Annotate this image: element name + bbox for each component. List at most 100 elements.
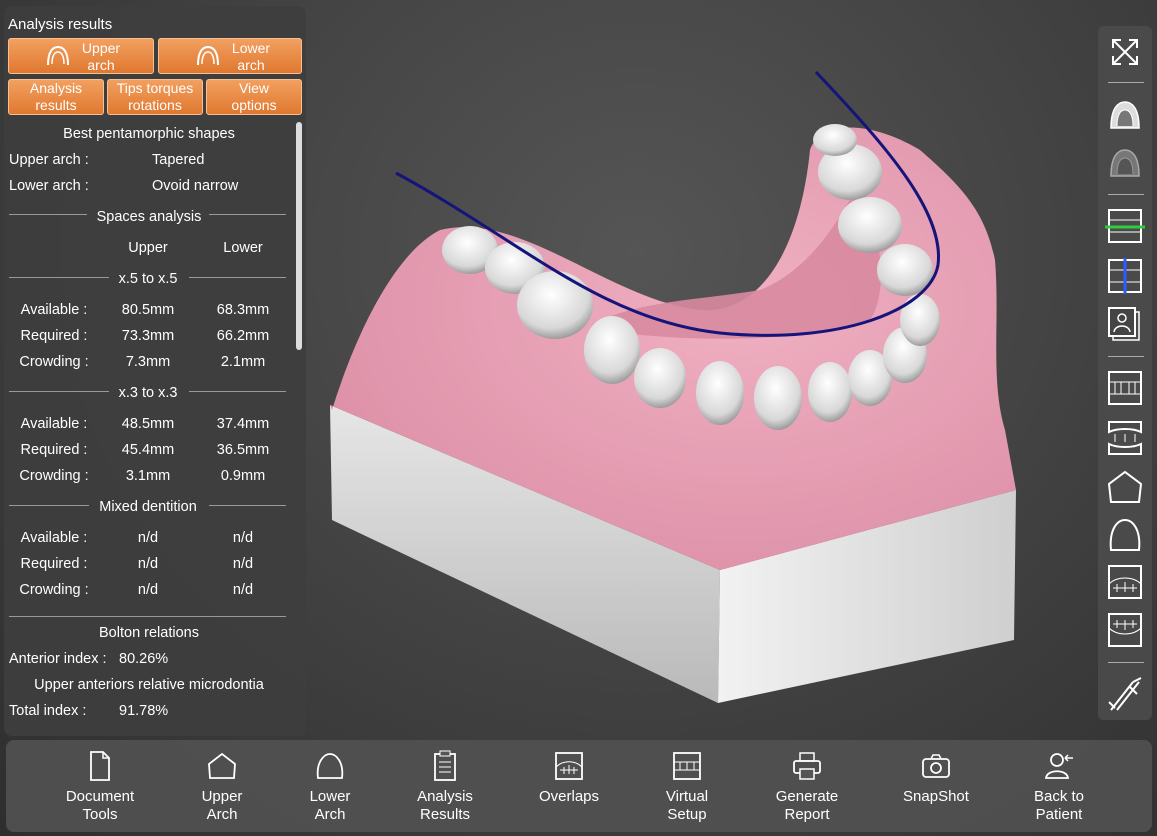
row-label: Available : bbox=[20, 302, 88, 318]
anterior-note: Upper anteriors relative microdontia bbox=[34, 677, 264, 693]
patient-icon bbox=[1044, 753, 1073, 779]
lower-arch-shape-value: Ovoid narrow bbox=[152, 178, 239, 194]
overlaps-icon bbox=[555, 752, 583, 780]
generate-report-nav-button[interactable]: Generate Report bbox=[752, 750, 862, 824]
row-upper-value: 80.5mm bbox=[121, 302, 175, 318]
section-title: Mixed dentition bbox=[99, 499, 197, 515]
row-lower-value: 68.3mm bbox=[216, 302, 270, 318]
spaces-heading: Spaces analysis bbox=[96, 209, 202, 225]
divider bbox=[189, 391, 286, 392]
row-upper-value: n/d bbox=[137, 582, 159, 598]
row-upper-value: n/d bbox=[137, 556, 159, 572]
pentamorphic-heading: Best pentamorphic shapes bbox=[63, 126, 235, 142]
clipboard-icon bbox=[434, 750, 456, 781]
lower-arch-nav-label: Lower Arch bbox=[309, 788, 351, 823]
document-icon bbox=[90, 751, 110, 781]
anterior-index-value: 80.26% bbox=[119, 651, 169, 667]
row-upper-value: 45.4mm bbox=[121, 442, 175, 458]
analysis-results-nav-button[interactable]: Analysis Results bbox=[390, 750, 500, 824]
overlap-lower-icon[interactable] bbox=[1103, 610, 1147, 650]
upper-arch-outline-icon bbox=[208, 752, 236, 779]
upper-arch-nav-button[interactable]: Upper Arch bbox=[167, 750, 277, 824]
dental-model[interactable] bbox=[330, 70, 1016, 703]
toolbar-divider bbox=[1108, 194, 1144, 195]
toolbar-divider bbox=[1108, 82, 1144, 83]
row-lower-value: n/d bbox=[232, 530, 254, 546]
total-index-value: 91.78% bbox=[119, 703, 169, 719]
upper-arch-nav-label: Upper Arch bbox=[201, 788, 243, 823]
overlaps-nav-label: Overlaps bbox=[538, 788, 600, 805]
upper-arch-icon bbox=[47, 45, 69, 66]
lower-arch-icon bbox=[197, 45, 219, 66]
row-label: Available : bbox=[20, 416, 88, 432]
row-label: Available : bbox=[20, 530, 88, 546]
overlaps-nav-button[interactable]: Overlaps bbox=[514, 750, 624, 806]
row-label: Crowding : bbox=[19, 354, 89, 370]
row-label: Crowding : bbox=[19, 582, 89, 598]
analysis-panel: Analysis results Upper arch Lower arch A… bbox=[4, 6, 306, 736]
tab-view-options[interactable]: View options bbox=[206, 79, 302, 115]
lower-arch-button-label: Lower arch bbox=[231, 40, 271, 73]
row-upper-value: 3.1mm bbox=[125, 468, 171, 484]
toolbar-divider bbox=[1108, 662, 1144, 663]
row-label: Required : bbox=[20, 442, 88, 458]
virtual-setup-icon bbox=[673, 752, 701, 780]
caliper-icon[interactable] bbox=[1103, 674, 1147, 714]
upper-arch-shape-label: Upper arch : bbox=[9, 152, 89, 168]
document-tools-button[interactable]: Document Tools bbox=[45, 750, 155, 824]
row-upper-value: n/d bbox=[137, 530, 159, 546]
divider bbox=[209, 505, 286, 506]
tab-tips-torques-rotations[interactable]: Tips torques rotations bbox=[107, 79, 203, 115]
divider bbox=[9, 277, 109, 278]
total-index-label: Total index : bbox=[9, 703, 87, 719]
occlusal-plane-icon[interactable] bbox=[1103, 206, 1147, 246]
camera-icon bbox=[922, 754, 950, 778]
upper-arch-shape-value: Tapered bbox=[152, 152, 205, 168]
analysis-results-nav-label: Analysis Results bbox=[417, 788, 473, 823]
lower-arch-button[interactable]: Lower arch bbox=[158, 38, 302, 74]
divider bbox=[9, 391, 109, 392]
upper-arch-button-label: Upper arch bbox=[81, 40, 121, 73]
snapshot-nav-button[interactable]: SnapShot bbox=[881, 750, 991, 806]
toolbar-divider bbox=[1108, 356, 1144, 357]
generate-report-nav-label: Generate Report bbox=[775, 788, 839, 823]
printer-icon bbox=[793, 752, 821, 780]
right-toolbar bbox=[1098, 26, 1152, 720]
photos-icon[interactable] bbox=[1103, 304, 1147, 344]
upper-arch-icon[interactable] bbox=[1103, 96, 1147, 136]
lower-arch-icon[interactable] bbox=[1103, 144, 1147, 184]
column-header-upper: Upper bbox=[128, 240, 168, 256]
row-lower-value: 66.2mm bbox=[216, 328, 270, 344]
lower-arch-shape-icon[interactable] bbox=[1103, 516, 1147, 556]
overlap-upper-icon[interactable] bbox=[1103, 562, 1147, 602]
row-lower-value: 0.9mm bbox=[220, 468, 266, 484]
lower-arch-outline-icon bbox=[316, 753, 344, 779]
row-label: Required : bbox=[20, 328, 88, 344]
lower-arch-shape-label: Lower arch : bbox=[9, 178, 89, 194]
upper-arch-button[interactable]: Upper arch bbox=[8, 38, 154, 74]
panel-title: Analysis results bbox=[8, 16, 113, 33]
document-tools-label: Document Tools bbox=[65, 788, 135, 823]
divider bbox=[189, 277, 286, 278]
results-scroll-area[interactable]: Best pentamorphic shapes Upper arch : Ta… bbox=[4, 122, 306, 736]
occlusion-front-icon[interactable] bbox=[1103, 368, 1147, 408]
section-title: x.5 to x.5 bbox=[118, 271, 178, 287]
back-to-patient-nav-button[interactable]: Back to Patient bbox=[1004, 750, 1114, 824]
upper-arch-shape-icon[interactable] bbox=[1103, 468, 1147, 508]
midline-icon[interactable] bbox=[1103, 256, 1147, 296]
occlusion-open-icon[interactable] bbox=[1103, 418, 1147, 458]
row-lower-value: 37.4mm bbox=[216, 416, 270, 432]
divider bbox=[9, 505, 89, 506]
row-upper-value: 73.3mm bbox=[121, 328, 175, 344]
fullscreen-icon[interactable] bbox=[1103, 32, 1147, 72]
virtual-setup-nav-label: Virtual Setup bbox=[665, 788, 709, 823]
tab-analysis-results[interactable]: Analysis results bbox=[8, 79, 104, 115]
row-upper-value: 48.5mm bbox=[121, 416, 175, 432]
back-to-patient-nav-label: Back to Patient bbox=[1033, 788, 1085, 823]
row-lower-value: n/d bbox=[232, 556, 254, 572]
virtual-setup-nav-button[interactable]: Virtual Setup bbox=[632, 750, 742, 824]
divider bbox=[9, 616, 286, 617]
divider bbox=[209, 214, 286, 215]
lower-arch-nav-button[interactable]: Lower Arch bbox=[275, 750, 385, 824]
row-upper-value: 7.3mm bbox=[125, 354, 171, 370]
